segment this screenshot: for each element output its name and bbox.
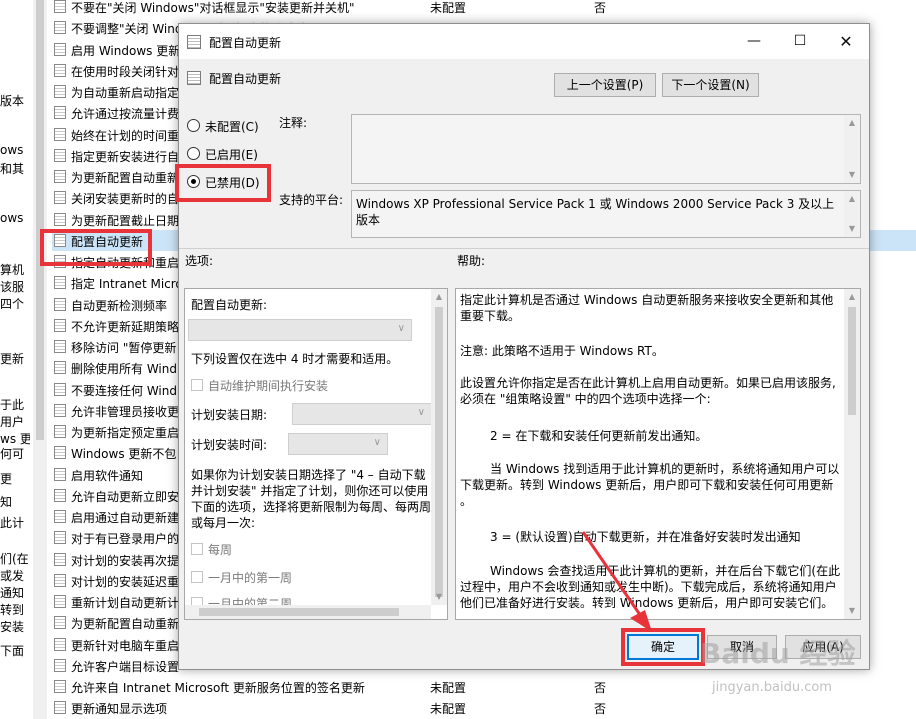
watermark-url: jingyan.baidu.com bbox=[712, 680, 832, 695]
annotation-arrow-icon bbox=[581, 531, 652, 632]
watermark-logo: Baidu 经验 bbox=[700, 637, 856, 670]
